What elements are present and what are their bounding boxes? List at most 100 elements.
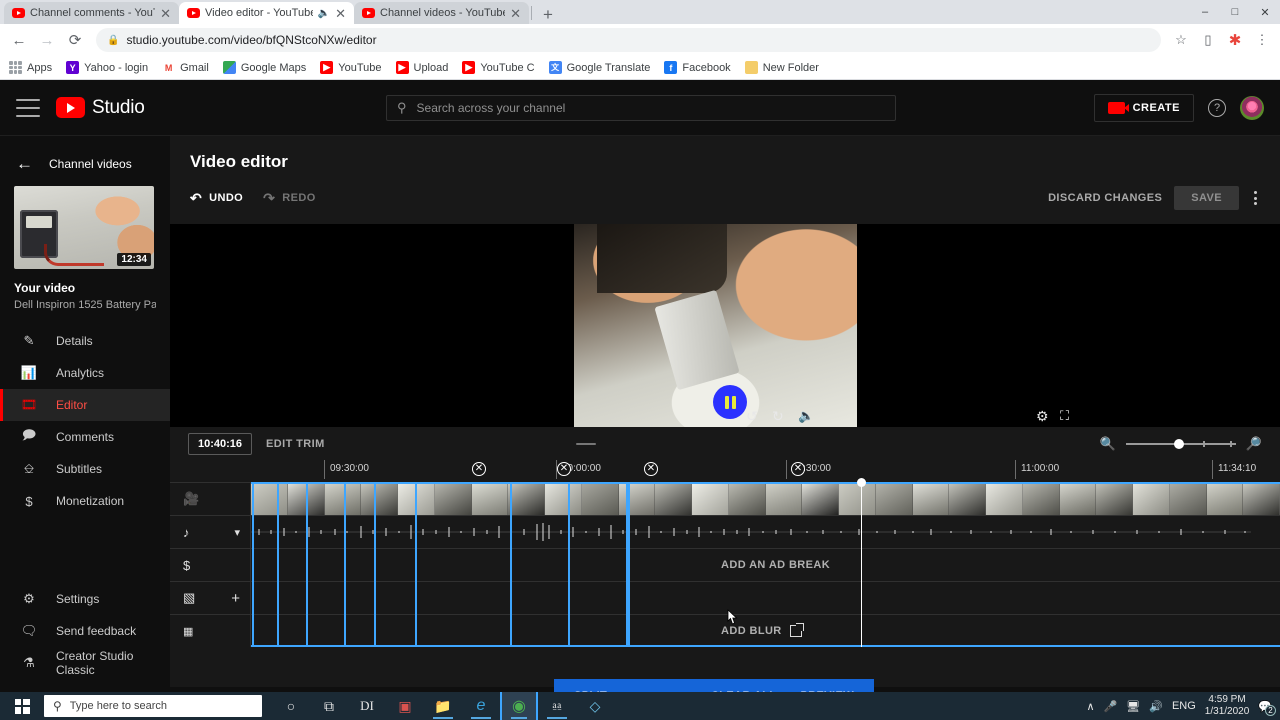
replay-5-icon[interactable]: ↺ bbox=[746, 408, 758, 425]
undo-button[interactable]: ↶ UNDO bbox=[190, 190, 243, 207]
sidebar-item-details[interactable]: ✎ Details bbox=[0, 325, 170, 357]
fullscreen-icon[interactable]: ⛶ bbox=[1060, 408, 1069, 424]
language-indicator[interactable]: ENG bbox=[1172, 700, 1196, 712]
browser-menu-icon[interactable]: ⋮ bbox=[1250, 28, 1274, 52]
file-explorer-icon[interactable]: 📁 bbox=[424, 692, 462, 720]
notifications-icon[interactable]: 💬 2 bbox=[1258, 700, 1276, 716]
track-body-video[interactable] bbox=[251, 483, 1280, 515]
track-body-blur[interactable]: ADD BLUR bbox=[251, 615, 1280, 647]
dictionary-icon[interactable]: DI bbox=[348, 692, 386, 720]
edit-trim-button[interactable]: EDIT TRIM bbox=[266, 438, 325, 450]
browser-tab-1[interactable]: Channel comments - YouTube St ✕ bbox=[4, 2, 179, 24]
zoom-slider[interactable] bbox=[1125, 438, 1236, 449]
chrome-icon[interactable]: ◉ bbox=[500, 692, 538, 720]
sidebar-item-comments[interactable]: 🗩 Comments bbox=[0, 421, 170, 453]
bookmark-new-folder[interactable]: New Folder bbox=[744, 61, 819, 74]
create-button[interactable]: CREATE bbox=[1093, 93, 1194, 122]
taskbar-search-box[interactable]: ⚲ Type here to search bbox=[44, 695, 262, 717]
zoom-slider-knob[interactable] bbox=[1174, 438, 1185, 449]
cortana-icon[interactable]: ○ bbox=[272, 692, 310, 720]
volume-icon[interactable]: 🔈 bbox=[798, 408, 814, 424]
timeline-resize-grip[interactable] bbox=[576, 442, 597, 445]
studio-logo[interactable]: Studio bbox=[56, 97, 145, 119]
forward-button[interactable]: → bbox=[34, 27, 60, 53]
playhead[interactable] bbox=[857, 478, 866, 647]
add-ad-break-button[interactable]: ADD AN AD BREAK bbox=[721, 559, 830, 571]
discard-changes-button[interactable]: DISCARD CHANGES bbox=[1048, 192, 1162, 204]
zoom-out-icon[interactable]: 🔍 bbox=[1100, 436, 1116, 452]
search-bar[interactable]: ⚲ bbox=[386, 94, 896, 121]
zoom-in-icon[interactable]: 🔎 bbox=[1246, 436, 1262, 452]
volume-icon[interactable]: 🔊 bbox=[1149, 700, 1163, 713]
cut-marker-button[interactable]: ✕ bbox=[644, 462, 658, 476]
bookmark-gmail[interactable]: M Gmail bbox=[162, 61, 209, 74]
timeline-ruler[interactable]: 09:30:00 10:00:00 10:30:00 11:00:00 11:3… bbox=[251, 460, 1280, 482]
track-body-ad-break[interactable]: ADD AN AD BREAK bbox=[251, 549, 1280, 581]
edge-icon[interactable]: e bbox=[462, 692, 500, 720]
sidebar-back[interactable]: ← Channel videos bbox=[0, 148, 170, 186]
cut-marker-button[interactable]: ✕ bbox=[557, 462, 571, 476]
sidebar-item-creator-studio-classic[interactable]: ⚗ Creator Studio Classic bbox=[0, 647, 170, 679]
tray-chevron-icon[interactable]: ∧ bbox=[1087, 700, 1095, 713]
sidebar-item-monetization[interactable]: $ Monetization bbox=[0, 485, 170, 517]
save-button[interactable]: SAVE bbox=[1174, 186, 1239, 210]
maximize-button[interactable]: □ bbox=[1220, 0, 1250, 24]
bookmark-upload[interactable]: ▶ Upload bbox=[395, 61, 448, 74]
kebab-menu-icon[interactable] bbox=[1251, 188, 1260, 208]
bookmark-google-maps[interactable]: Google Maps bbox=[222, 61, 306, 74]
network-icon[interactable]: 🖥 bbox=[1126, 700, 1140, 713]
bookmark-yahoo[interactable]: Y Yahoo - login bbox=[66, 61, 148, 74]
bookmark-facebook[interactable]: f Facebook bbox=[664, 61, 731, 74]
bookmark-google-translate[interactable]: 文 Google Translate bbox=[548, 61, 650, 74]
cut-marker-button[interactable]: ✕ bbox=[791, 462, 805, 476]
tab-audio-icon[interactable]: 🔈 bbox=[318, 8, 330, 19]
bookmark-youtube[interactable]: ▶ YouTube bbox=[320, 61, 382, 74]
gear-icon[interactable]: ⚙ bbox=[1036, 408, 1049, 425]
sidebar-item-editor[interactable]: 🎞 Editor bbox=[0, 389, 170, 421]
search-input[interactable] bbox=[416, 100, 885, 115]
help-icon[interactable]: ? bbox=[1208, 98, 1226, 117]
sidebar-item-send-feedback[interactable]: 🗨 Send feedback bbox=[0, 615, 170, 647]
sidebar-item-settings[interactable]: ⚙ Settings bbox=[0, 583, 170, 615]
avatar[interactable] bbox=[1240, 95, 1264, 120]
star-icon[interactable]: ☆ bbox=[1169, 28, 1193, 52]
redo-button[interactable]: ↷ REDO bbox=[263, 190, 316, 207]
filmstrip[interactable] bbox=[251, 483, 1280, 515]
sidebar-item-subtitles[interactable]: ⎒ Subtitles bbox=[0, 453, 170, 485]
cast-icon[interactable]: ▯ bbox=[1196, 28, 1220, 52]
clock[interactable]: 4:59 PM 1/31/2020 bbox=[1205, 694, 1250, 718]
close-tab-icon[interactable]: ✕ bbox=[510, 7, 521, 20]
microphone-icon[interactable]: 🎤 bbox=[1104, 700, 1118, 713]
hamburger-icon[interactable] bbox=[16, 98, 40, 117]
track-body-end-screen[interactable] bbox=[251, 582, 1280, 614]
task-view-icon[interactable]: ⧉ bbox=[310, 692, 348, 720]
close-tab-icon[interactable]: ✕ bbox=[160, 7, 171, 20]
browser-tab-3[interactable]: Channel videos - YouTube Studio ✕ bbox=[354, 2, 529, 24]
bookmark-apps[interactable]: Apps bbox=[9, 61, 52, 74]
open-in-new-icon[interactable] bbox=[789, 623, 804, 637]
plus-icon[interactable]: + bbox=[231, 590, 240, 607]
browser-tab-2[interactable]: Video editor - YouTube Stud 🔈 ✕ bbox=[179, 2, 354, 24]
store-icon[interactable]: ◇ bbox=[576, 692, 614, 720]
forward-5-icon[interactable]: ↻ bbox=[772, 408, 784, 425]
back-button[interactable]: ← bbox=[6, 27, 32, 53]
minimize-button[interactable]: – bbox=[1190, 0, 1220, 24]
extension-icon[interactable]: ✱ bbox=[1223, 28, 1247, 52]
photos-icon[interactable]: ▣ bbox=[386, 692, 424, 720]
track-body-audio[interactable] bbox=[251, 516, 1280, 548]
windows-start-icon[interactable] bbox=[0, 698, 44, 714]
back-arrow-icon[interactable]: ← bbox=[16, 154, 33, 174]
add-blur-button[interactable]: ADD BLUR bbox=[721, 623, 804, 637]
chevron-down-icon[interactable]: ▾ bbox=[234, 526, 240, 539]
calculator-icon[interactable]: ⎂ bbox=[538, 692, 576, 720]
bookmark-youtube-c[interactable]: ▶ YouTube C bbox=[462, 61, 535, 74]
reload-button[interactable]: ⟳ bbox=[62, 27, 88, 53]
close-window-button[interactable]: ✕ bbox=[1250, 0, 1280, 24]
video-thumbnail[interactable]: 12:34 bbox=[14, 186, 154, 269]
new-tab-button[interactable]: + bbox=[534, 6, 562, 24]
cut-marker-button[interactable]: ✕ bbox=[472, 462, 486, 476]
video-player[interactable]: ↺ ↻ 🔈 ⚙ ⛶ bbox=[170, 224, 1280, 625]
pause-button[interactable] bbox=[713, 385, 747, 419]
timecode-display[interactable]: 10:40:16 bbox=[188, 432, 253, 455]
address-bar[interactable]: 🔒 studio.youtube.com/video/bfQNStcoNXw/e… bbox=[96, 28, 1161, 52]
